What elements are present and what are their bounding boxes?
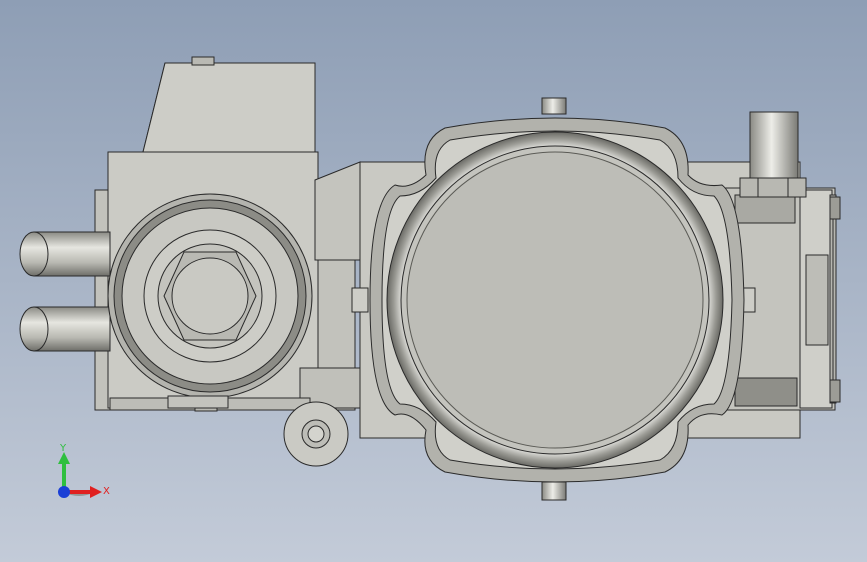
vertical-plug [739, 111, 807, 198]
graphics-viewport[interactable]: Y X [0, 0, 867, 562]
view-triad [58, 452, 102, 498]
x-axis-label: X [103, 486, 110, 497]
x-axis-head-icon [90, 486, 102, 498]
mounting-tab [283, 401, 349, 467]
z-axis-dot-icon [58, 486, 70, 498]
y-axis-label: Y [60, 443, 67, 454]
round-cover [369, 117, 745, 483]
valve-port [107, 193, 313, 399]
cad-model[interactable] [0, 0, 867, 562]
